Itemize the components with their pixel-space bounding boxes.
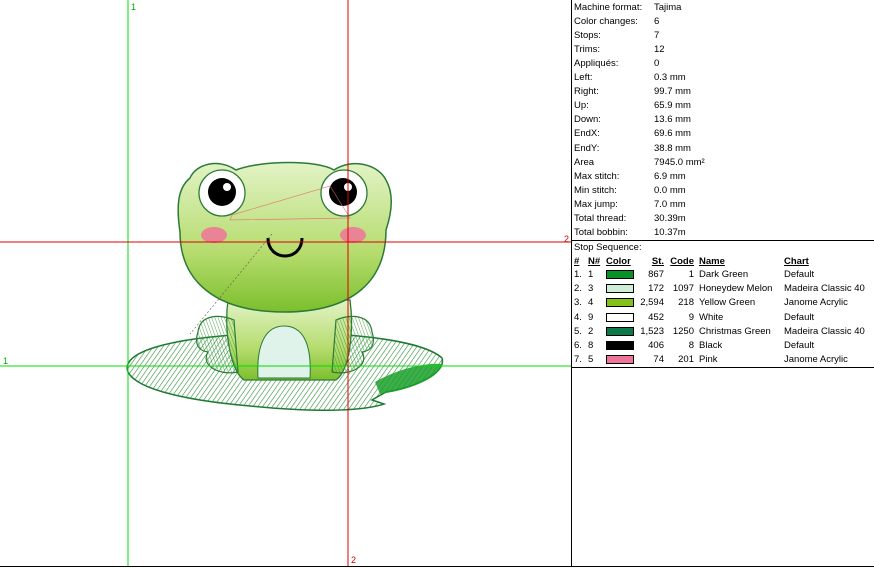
stop-sequence-title: Stop Sequence: [574, 242, 642, 253]
vertical-1-label: 1 [131, 2, 137, 12]
color-swatch [606, 298, 634, 307]
color-swatch [606, 284, 634, 293]
frog-embroidery-design [0, 0, 571, 566]
col-color-header: Color [606, 256, 631, 267]
color-swatch [606, 270, 634, 279]
color-swatch [606, 313, 634, 322]
col-n-header: N# [588, 256, 601, 267]
right-eye-pupil [329, 178, 357, 206]
table-row[interactable]: 2. 3 172 1097 Honeydew Melon Madeira Cla… [572, 282, 874, 296]
color-swatch [606, 327, 634, 336]
table-row[interactable]: 7. 5 74 201 Pink Janome Acrylic [572, 353, 874, 367]
col-stitches-header: St. [651, 256, 664, 267]
col-name-header: Name [699, 256, 725, 267]
left-cheek [201, 227, 227, 243]
design-preview[interactable]: 1 2 1 2 [0, 0, 571, 567]
left-eye-pupil [208, 178, 236, 206]
table-row[interactable]: 4. 9 452 9 White Default [572, 311, 874, 325]
horizontal-2-label: 2 [564, 234, 570, 244]
horizontal-1-label: 1 [3, 356, 9, 366]
table-row[interactable]: 1. 1 867 1 Dark Green Default [572, 268, 874, 282]
col-code-header: Code [670, 256, 694, 267]
table-header: # N# Color St. Code Name Chart [572, 255, 874, 269]
divider [572, 367, 874, 368]
table-row[interactable]: 3. 4 2,594 218 Yellow Green Janome Acryl… [572, 296, 874, 310]
design-info-panel: Machine format: Tajima Color changes: 6 St… [571, 0, 874, 567]
table-row[interactable]: 6. 8 406 8 Black Default [572, 339, 874, 353]
color-swatch [606, 355, 634, 364]
vertical-2-label: 2 [351, 555, 357, 565]
col-num-header: # [574, 256, 580, 267]
right-cheek [340, 227, 366, 243]
color-swatch [606, 341, 634, 350]
table-row[interactable]: 5. 2 1,523 1250 Christmas Green Madeira … [572, 325, 874, 339]
col-chart-header: Chart [784, 256, 809, 267]
